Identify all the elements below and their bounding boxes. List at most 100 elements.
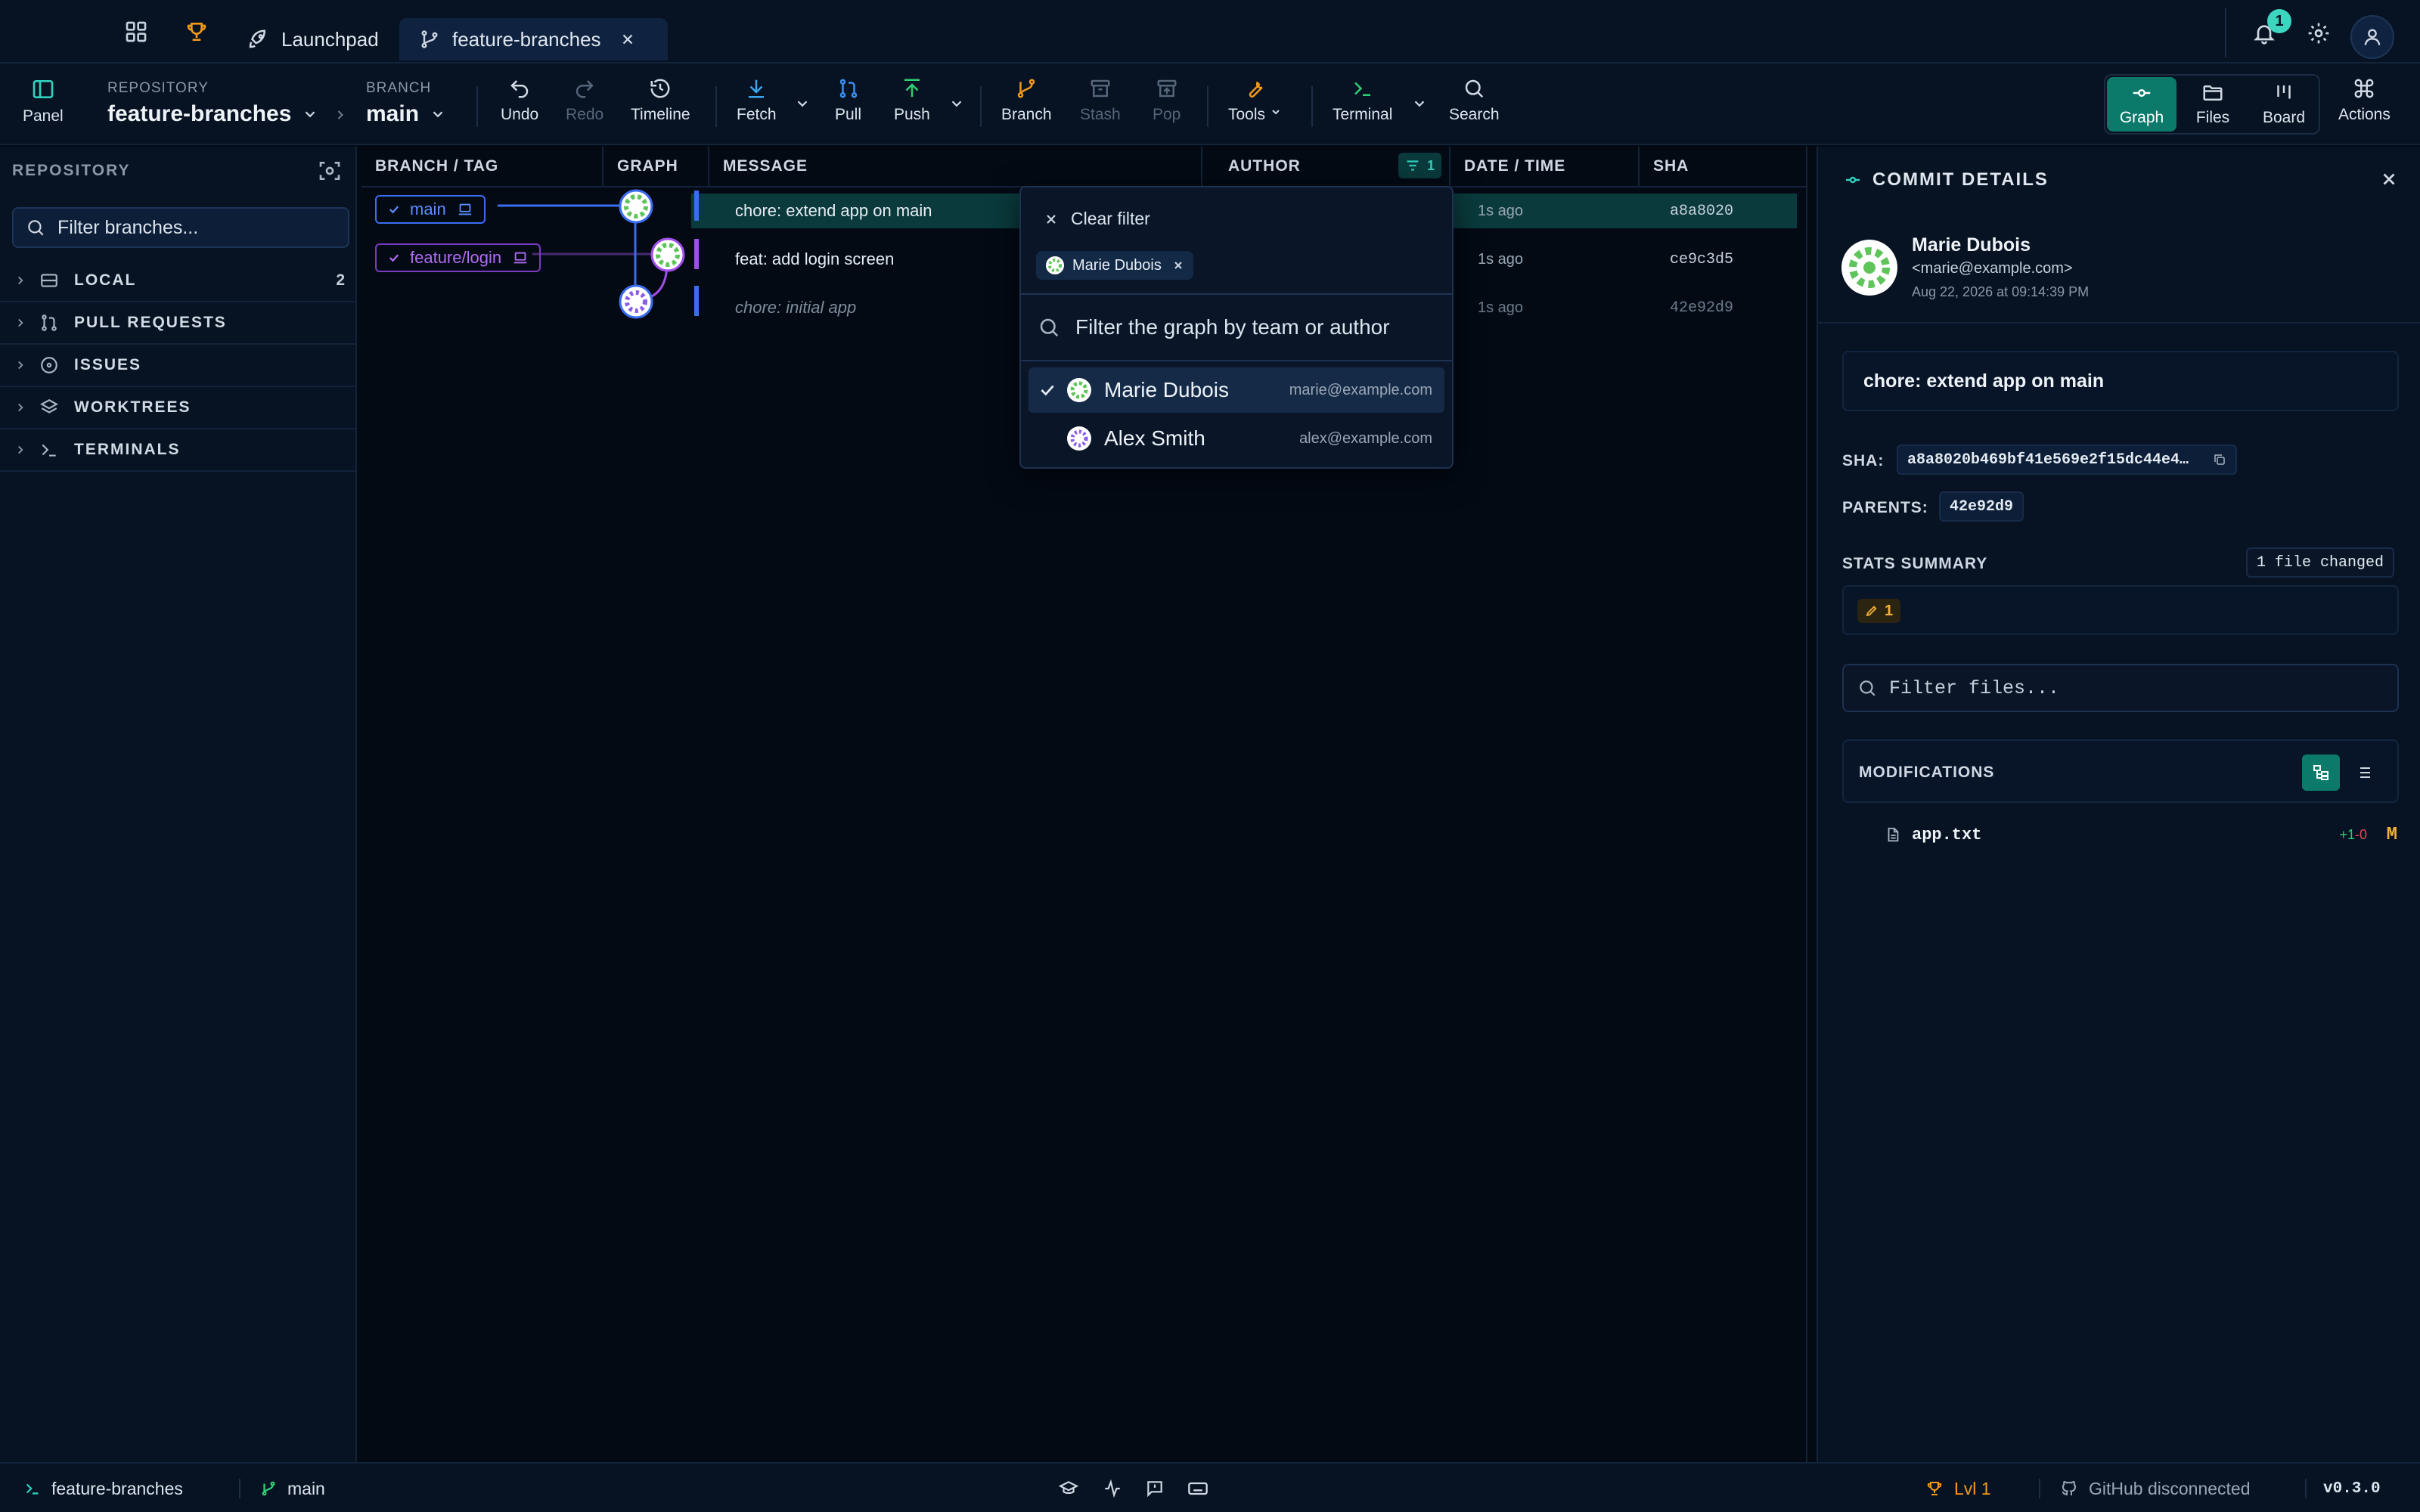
graph-view-button[interactable]: Graph	[2107, 77, 2176, 132]
author-filter-toggle[interactable]: 1	[1398, 153, 1441, 178]
tools-button[interactable]: Tools	[1228, 77, 1282, 124]
pull-request-icon	[39, 313, 62, 333]
remove-chip-icon[interactable]	[1172, 259, 1184, 271]
lines-added: +1	[2339, 826, 2355, 842]
user-account-button[interactable]	[2350, 15, 2394, 59]
chevron-right-icon	[14, 443, 29, 457]
files-view-button[interactable]: Files	[2178, 77, 2248, 132]
check-icon	[1028, 380, 1066, 400]
pull-icon	[837, 77, 860, 106]
column-header-author[interactable]: AUTHOR 1	[1202, 147, 1450, 186]
graduation-cap-icon[interactable]	[1059, 1464, 1089, 1512]
pop-button[interactable]: Pop	[1153, 77, 1181, 124]
sidebar-section-worktrees[interactable]: WORKTREES	[0, 387, 357, 429]
file-row[interactable]: app.txt +1-0 M	[1885, 820, 2406, 850]
section-label: ISSUES	[74, 356, 142, 373]
stash-button[interactable]: Stash	[1080, 77, 1121, 124]
trophy-icon[interactable]	[185, 20, 212, 47]
author-option-marie-dubois[interactable]: Marie Dubois marie@example.com	[1028, 367, 1444, 413]
panel-button[interactable]: Panel	[23, 77, 64, 125]
fetch-button[interactable]: Fetch	[737, 77, 777, 124]
commit-message[interactable]: feat: add login screen	[735, 249, 894, 269]
column-header-message[interactable]: MESSAGE	[709, 147, 1202, 186]
tab-launchpad[interactable]: Launchpad	[247, 18, 379, 60]
gear-icon[interactable]	[2307, 21, 2334, 48]
github-status[interactable]: GitHub disconnected	[2060, 1464, 2251, 1512]
branch-button[interactable]: Branch	[1001, 77, 1052, 124]
repository-selector[interactable]: REPOSITORY feature-branches	[107, 80, 318, 127]
fetch-options-chevron-icon[interactable]	[794, 95, 811, 112]
actions-label: Actions	[2338, 106, 2391, 123]
file-filter-input[interactable]: Filter files...	[1842, 664, 2399, 712]
tab-label: Launchpad	[281, 27, 379, 51]
branch-tag-feature-login[interactable]: feature/login	[375, 243, 541, 272]
terminal-button[interactable]: Terminal	[1333, 77, 1392, 124]
branch-filter-input[interactable]: Filter branches...	[12, 207, 349, 248]
sidebar-section-pull-requests[interactable]: PULL REQUESTS	[0, 302, 357, 345]
column-header-sha[interactable]: SHA	[1640, 147, 1800, 186]
close-icon[interactable]	[2379, 169, 2399, 189]
sidebar-section-local[interactable]: LOCAL 2	[0, 260, 357, 302]
commit-message-card: chore: extend app on main	[1842, 351, 2399, 411]
undo-icon	[508, 77, 531, 106]
repository-caption: REPOSITORY	[107, 80, 209, 96]
push-options-chevron-icon[interactable]	[948, 95, 965, 112]
terminal-options-chevron-icon[interactable]	[1411, 95, 1428, 112]
branch-tag-main[interactable]: main	[375, 195, 486, 224]
commit-node-main-avatar[interactable]	[619, 189, 653, 224]
commit-message[interactable]: chore: initial app	[735, 298, 856, 318]
version-label: v0.3.0	[2323, 1479, 2381, 1498]
commit-message[interactable]: chore: extend app on main	[735, 201, 932, 221]
column-header-branch-tag[interactable]: BRANCH / TAG	[361, 147, 603, 186]
pull-button[interactable]: Pull	[835, 77, 861, 124]
check-icon	[387, 203, 401, 216]
close-tab-icon[interactable]	[619, 31, 648, 48]
branch-selector[interactable]: BRANCH main	[366, 80, 446, 127]
redo-button[interactable]: Redo	[566, 77, 603, 124]
author-search-input[interactable]: Filter the graph by team or author	[1021, 293, 1452, 361]
level-indicator[interactable]: Lvl 1	[1925, 1464, 1991, 1512]
search-button[interactable]: Search	[1449, 77, 1500, 124]
parent-sha-link[interactable]: 42e92d9	[1939, 491, 2024, 522]
avatar	[1066, 426, 1092, 451]
divider	[2039, 1479, 2040, 1498]
github-status-label: GitHub disconnected	[2089, 1478, 2251, 1498]
file-diff-stats: +1-0	[2339, 827, 2367, 843]
author-option-alex-smith[interactable]: Alex Smith alex@example.com	[1028, 416, 1444, 461]
clear-filter-button[interactable]: Clear filter	[1044, 209, 1150, 229]
commit-date: 1s ago	[1478, 299, 1524, 316]
list-view-toggle[interactable]	[2344, 754, 2382, 791]
actions-button[interactable]: Actions	[2338, 77, 2391, 124]
grid-icon[interactable]	[124, 20, 151, 47]
board-view-button[interactable]: Board	[2249, 77, 2319, 132]
tree-view-toggle[interactable]	[2302, 754, 2340, 791]
status-branch-label: main	[287, 1478, 325, 1498]
commit-node-initial-avatar[interactable]	[619, 284, 653, 319]
commit-date: 1s ago	[1478, 251, 1524, 268]
copy-icon[interactable]	[2213, 453, 2226, 466]
modified-count: 1	[1885, 602, 1894, 619]
commit-node-feature-avatar[interactable]	[650, 237, 685, 272]
sidebar-section-issues[interactable]: ISSUES	[0, 345, 357, 387]
search-icon	[1857, 678, 1877, 698]
activity-icon[interactable]	[1103, 1464, 1133, 1512]
tools-label: Tools	[1228, 106, 1266, 123]
column-header-datetime[interactable]: DATE / TIME	[1450, 147, 1640, 186]
status-branch[interactable]: main	[260, 1464, 325, 1512]
timeline-button[interactable]: Timeline	[631, 77, 690, 124]
undo-button[interactable]: Undo	[501, 77, 538, 124]
selected-author-chip[interactable]: Marie Dubois	[1036, 251, 1193, 280]
author-header-label: AUTHOR	[1228, 157, 1301, 175]
sidebar-section-terminals[interactable]: TERMINALS	[0, 429, 357, 472]
feedback-icon[interactable]	[1145, 1464, 1175, 1512]
keyboard-icon[interactable]	[1187, 1464, 1219, 1512]
sha-value[interactable]: a8a8020b469bf41e569e2f15dc44e4…	[1897, 445, 2237, 475]
tab-feature-branches[interactable]: feature-branches	[399, 18, 668, 60]
column-header-graph[interactable]: GRAPH	[603, 147, 709, 186]
fetch-label: Fetch	[737, 106, 777, 123]
focus-icon[interactable]	[318, 159, 342, 183]
status-repo[interactable]: feature-branches	[24, 1464, 183, 1512]
github-icon	[2060, 1479, 2089, 1498]
push-button[interactable]: Push	[894, 77, 930, 124]
branch-filter-placeholder: Filter branches...	[57, 216, 199, 238]
